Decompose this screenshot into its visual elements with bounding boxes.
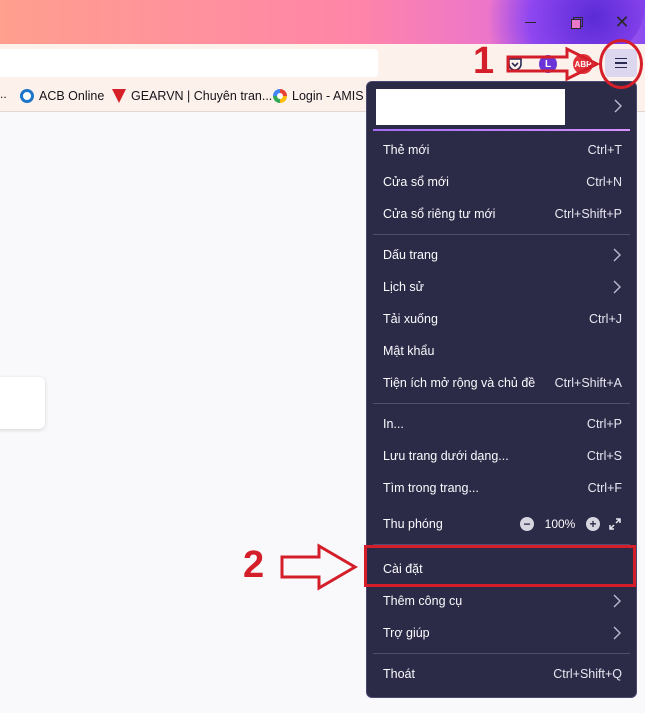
menu-item-find[interactable]: Tìm trong trang... Ctrl+F: [373, 473, 630, 503]
menu-item-zoom: Thu phóng − 100% +: [373, 509, 630, 539]
bookmark-item[interactable]: GEARVN | Chuyên tran...: [112, 89, 272, 103]
bookmark-label: Login - AMIS: [292, 89, 364, 103]
minimize-icon: [524, 21, 536, 23]
close-icon: ✕: [614, 11, 630, 32]
content-card: [0, 377, 45, 429]
fullscreen-icon[interactable]: [608, 517, 622, 531]
menu-item-new-window[interactable]: Cửa sổ mới Ctrl+N: [373, 167, 630, 197]
chevron-right-icon: [613, 99, 623, 113]
menu-item-bookmarks[interactable]: Dấu trang: [373, 240, 630, 270]
menu-item-downloads[interactable]: Tải xuống Ctrl+J: [373, 304, 630, 334]
gearvn-favicon-icon: [112, 89, 126, 103]
app-menu-panel: Thẻ mới Ctrl+T Cửa sổ mới Ctrl+N Cửa sổ …: [366, 81, 637, 698]
amis-favicon-icon: [273, 89, 287, 103]
chevron-right-icon: [612, 280, 622, 294]
menu-divider: [373, 403, 630, 404]
menu-item-history[interactable]: Lịch sử: [373, 272, 630, 302]
settings-highlight-box: [364, 545, 636, 587]
accent-divider: [373, 129, 630, 131]
step-1-arrow-icon: [506, 46, 601, 82]
menu-item-save-page[interactable]: Lưu trang dưới dạng... Ctrl+S: [373, 441, 630, 471]
shortcut: Ctrl+T: [587, 143, 622, 157]
step-2-label: 2: [243, 544, 265, 586]
chevron-right-icon: [612, 594, 622, 608]
bookmark-item[interactable]: Login - AMIS: [273, 89, 364, 103]
shortcut: Ctrl+Shift+P: [554, 207, 622, 221]
zoom-level[interactable]: 100%: [542, 517, 578, 531]
shortcut: Ctrl+S: [586, 449, 622, 463]
bookmarks-overflow[interactable]: ..: [0, 87, 7, 101]
zoom-out-button[interactable]: −: [520, 517, 534, 531]
acb-favicon-icon: [20, 89, 34, 103]
menu-item-private-window[interactable]: Cửa sổ riêng tư mới Ctrl+Shift+P: [373, 199, 630, 229]
chevron-right-icon: [612, 248, 622, 262]
shortcut: Ctrl+Shift+Q: [553, 667, 622, 681]
shortcut: Ctrl+J: [589, 312, 622, 326]
account-row[interactable]: [373, 88, 632, 128]
bookmark-item[interactable]: ACB Online: [20, 89, 104, 103]
bookmark-label: GEARVN | Chuyên tran...: [131, 89, 273, 103]
minimize-button[interactable]: [516, 8, 544, 36]
menu-item-quit[interactable]: Thoát Ctrl+Shift+Q: [373, 659, 630, 689]
menu-item-new-tab[interactable]: Thẻ mới Ctrl+T: [373, 135, 630, 165]
menu-item-help[interactable]: Trợ giúp: [373, 618, 630, 648]
bookmark-label: ACB Online: [39, 89, 105, 103]
menu-item-print[interactable]: In... Ctrl+P: [373, 409, 630, 439]
menu-button-highlight-circle: [599, 39, 643, 89]
menu-item-passwords[interactable]: Mật khẩu: [373, 336, 630, 366]
step-2-arrow-icon: [280, 543, 358, 591]
zoom-controls: − 100% +: [520, 517, 622, 531]
shortcut: Ctrl+Shift+A: [554, 376, 622, 390]
zoom-in-button[interactable]: +: [586, 517, 600, 531]
restore-button[interactable]: [562, 8, 590, 36]
shortcut: Ctrl+F: [587, 481, 622, 495]
menu-divider: [373, 234, 630, 235]
chevron-right-icon: [612, 626, 622, 640]
account-info-redacted: [376, 89, 565, 125]
shortcut: Ctrl+P: [586, 417, 622, 431]
shortcut: Ctrl+N: [586, 175, 622, 189]
step-1-label: 1: [473, 40, 495, 82]
restore-icon: [570, 16, 583, 29]
address-bar[interactable]: [0, 49, 378, 77]
menu-divider: [373, 653, 630, 654]
title-bar: ✕: [0, 0, 645, 70]
close-button[interactable]: ✕: [608, 8, 636, 36]
menu-item-more-tools[interactable]: Thêm công cụ: [373, 586, 630, 616]
menu-item-addons[interactable]: Tiện ích mở rộng và chủ đề Ctrl+Shift+A: [373, 368, 630, 398]
